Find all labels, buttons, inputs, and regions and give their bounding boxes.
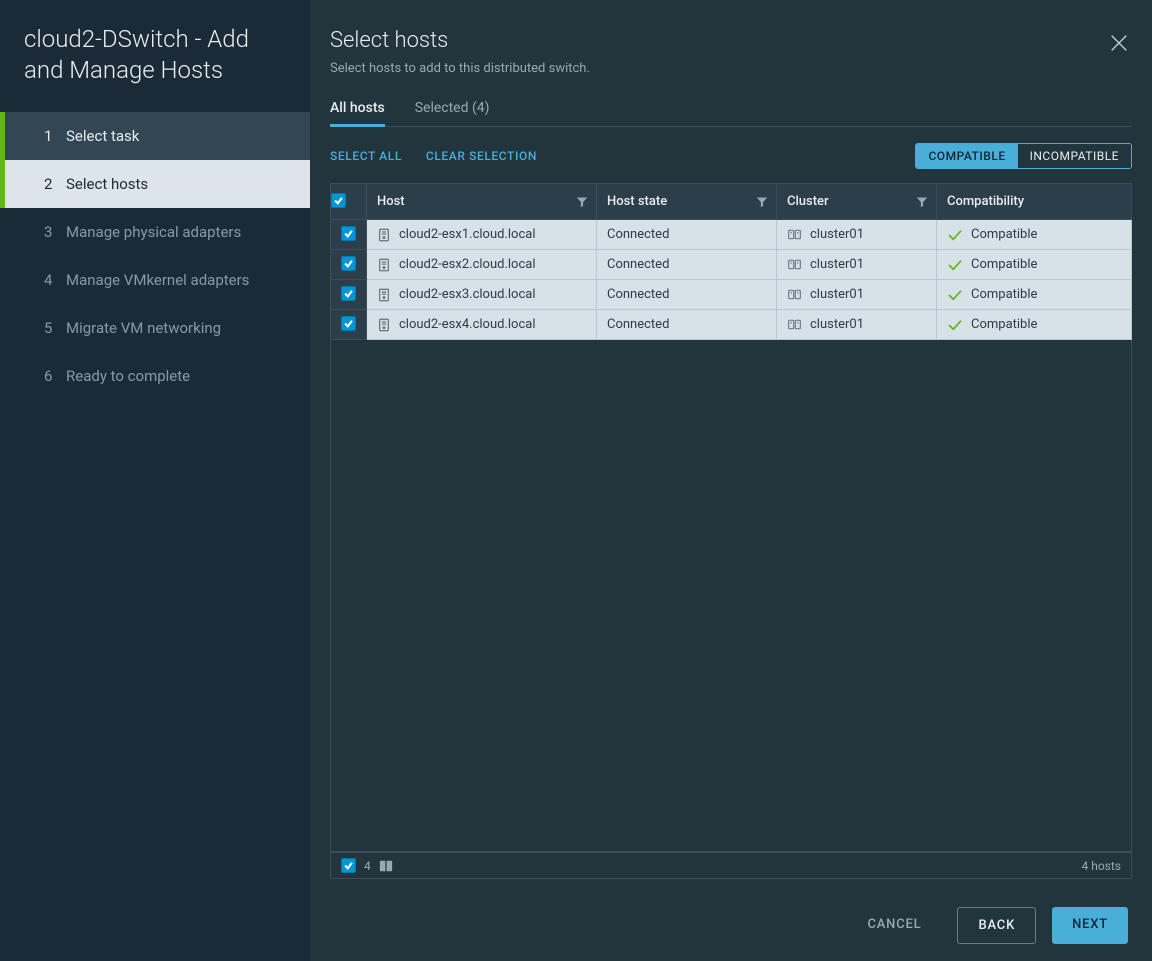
grid-toolbar: SELECT ALL CLEAR SELECTION COMPATIBLE IN…: [310, 127, 1152, 183]
close-icon[interactable]: [1108, 32, 1130, 54]
compatibility-value: Compatible: [971, 287, 1037, 302]
cluster-icon: [787, 317, 802, 332]
check-icon: [947, 229, 963, 241]
compatibility-toggle: COMPATIBLE INCOMPATIBLE: [915, 143, 1132, 169]
grid-empty-area: [330, 340, 1132, 852]
host-state: Connected: [607, 257, 669, 272]
host-name: cloud2-esx1.cloud.local: [399, 227, 535, 242]
footer-selected-count: 4: [364, 859, 371, 873]
wizard-title: cloud2-DSwitch - Add and Manage Hosts: [0, 24, 310, 106]
host-name: cloud2-esx4.cloud.local: [399, 317, 535, 332]
main-header: Select hosts Select hosts to add to this…: [310, 28, 1152, 127]
toggle-incompatible[interactable]: INCOMPATIBLE: [1018, 144, 1131, 168]
row-checkbox[interactable]: [341, 256, 356, 271]
check-icon: [947, 289, 963, 301]
step-select-hosts[interactable]: 2 Select hosts: [0, 160, 310, 208]
toggle-compatible[interactable]: COMPATIBLE: [916, 144, 1017, 168]
column-host[interactable]: Host: [367, 184, 597, 220]
wizard-sidebar: cloud2-DSwitch - Add and Manage Hosts 1 …: [0, 0, 310, 961]
wizard-actions: CANCEL BACK NEXT: [310, 879, 1152, 944]
host-state: Connected: [607, 287, 669, 302]
step-manage-vmkernel-adapters: 4 Manage VMkernel adapters: [0, 256, 310, 304]
table-row[interactable]: cloud2-esx3.cloud.local Connected cluste…: [331, 280, 1132, 310]
column-compatibility[interactable]: Compatibility: [937, 184, 1132, 220]
table-row[interactable]: cloud2-esx4.cloud.local Connected cluste…: [331, 310, 1132, 340]
column-picker-icon[interactable]: [379, 859, 393, 873]
table-row[interactable]: cloud2-esx2.cloud.local Connected cluste…: [331, 250, 1132, 280]
grid-footer: 4 4 hosts: [330, 852, 1132, 879]
cluster-icon: [787, 227, 802, 242]
select-all-checkbox[interactable]: [331, 193, 346, 208]
wizard-modal: cloud2-DSwitch - Add and Manage Hosts 1 …: [0, 0, 1152, 961]
step-manage-physical-adapters: 3 Manage physical adapters: [0, 208, 310, 256]
tab-selected-hosts[interactable]: Selected (4): [415, 92, 490, 126]
host-state: Connected: [607, 317, 669, 332]
column-cluster[interactable]: Cluster: [777, 184, 937, 220]
row-checkbox[interactable]: [341, 286, 356, 301]
page-title: Select hosts: [330, 28, 1132, 53]
host-state: Connected: [607, 227, 669, 242]
wizard-main: Select hosts Select hosts to add to this…: [310, 0, 1152, 961]
cluster-name: cluster01: [810, 287, 864, 302]
next-button[interactable]: NEXT: [1052, 907, 1128, 944]
wizard-steps: 1 Select task 2 Select hosts 3 Manage ph…: [0, 112, 310, 400]
row-checkbox[interactable]: [341, 316, 356, 331]
back-button[interactable]: BACK: [957, 907, 1036, 944]
page-subtitle: Select hosts to add to this distributed …: [330, 61, 1132, 76]
clear-selection-link[interactable]: CLEAR SELECTION: [426, 149, 537, 163]
footer-selected-checkbox[interactable]: [341, 858, 356, 873]
compatibility-value: Compatible: [971, 257, 1037, 272]
footer-total-count: 4 hosts: [1082, 859, 1122, 873]
header-checkbox-cell: [331, 184, 367, 220]
cluster-icon: [787, 257, 802, 272]
row-checkbox[interactable]: [341, 226, 356, 241]
table-row[interactable]: cloud2-esx1.cloud.local Connected cluste…: [331, 220, 1132, 250]
check-icon: [947, 259, 963, 271]
host-name: cloud2-esx2.cloud.local: [399, 257, 535, 272]
cluster-name: cluster01: [810, 257, 864, 272]
cluster-name: cluster01: [810, 317, 864, 332]
cluster-icon: [787, 287, 802, 302]
host-name: cloud2-esx3.cloud.local: [399, 287, 535, 302]
select-all-link[interactable]: SELECT ALL: [330, 149, 402, 163]
tab-all-hosts[interactable]: All hosts: [330, 92, 385, 126]
column-host-state[interactable]: Host state: [597, 184, 777, 220]
host-icon: [377, 228, 391, 242]
host-icon: [377, 258, 391, 272]
step-migrate-vm-networking: 5 Migrate VM networking: [0, 304, 310, 352]
cancel-button[interactable]: CANCEL: [847, 907, 941, 944]
host-icon: [377, 318, 391, 332]
step-ready-to-complete: 6 Ready to complete: [0, 352, 310, 400]
host-tabs: All hosts Selected (4): [330, 92, 1132, 127]
compatibility-value: Compatible: [971, 317, 1037, 332]
filter-icon[interactable]: [756, 196, 768, 208]
host-icon: [377, 288, 391, 302]
compatibility-value: Compatible: [971, 227, 1037, 242]
filter-icon[interactable]: [576, 196, 588, 208]
filter-icon[interactable]: [916, 196, 928, 208]
hosts-grid: Host Host state Cluster Compatibili: [330, 183, 1132, 879]
cluster-name: cluster01: [810, 227, 864, 242]
check-icon: [947, 319, 963, 331]
step-select-task[interactable]: 1 Select task: [0, 112, 310, 160]
